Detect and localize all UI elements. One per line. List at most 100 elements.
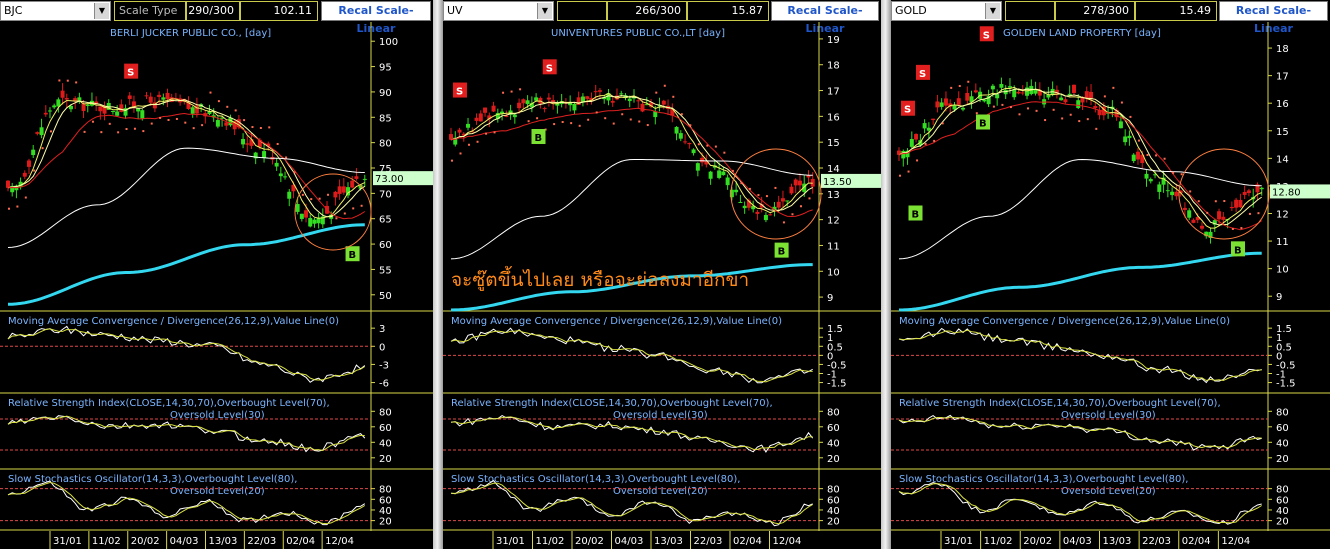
sar-dot [510,90,513,93]
bar-counter: 266/300 [607,1,687,21]
candle-body [1007,86,1012,88]
signal-line [898,416,1262,449]
sar-dot [159,116,162,119]
candle-body [283,176,288,178]
candle-body [295,204,300,212]
sar-dot [621,113,624,116]
symbol-select[interactable]: UV ▼ [443,1,554,21]
candle-body [700,157,705,163]
date-label: 12/04 [773,536,802,547]
candle-body [965,92,970,101]
sar-dot [714,145,717,148]
scale-type-label [557,1,607,21]
signal-label: S [546,63,553,74]
bar-counter: 278/300 [1055,1,1135,21]
signal-label: B [912,209,920,220]
candle-body [636,100,641,102]
sar-dot [1069,113,1072,116]
candle-body [1229,207,1234,209]
candle-body [961,107,966,110]
indicator-tick-label: 40 [827,438,840,449]
date-label: 04/03 [170,536,199,547]
sar-dot [587,118,590,121]
price-tick-label: 17 [1276,72,1289,83]
date-label: 31/01 [53,536,82,547]
candle-body [1084,91,1089,99]
sar-dot [243,119,246,122]
sar-dot [1035,109,1038,112]
candle-body [224,122,229,126]
sar-dot [1095,127,1098,130]
indicator-tick-label: 20 [1276,454,1289,465]
price-tick-label: 19 [827,35,840,46]
sar-dot [83,130,86,133]
sar-dot [1231,227,1234,230]
candle-body [115,111,120,116]
chevron-down-icon[interactable]: ▼ [537,3,552,19]
sar-dot [1001,103,1004,106]
candle-body [1012,89,1017,98]
candle-body [6,180,10,188]
candle-body [1174,191,1179,197]
scale-type-label [1005,1,1055,21]
sar-dot [638,120,641,123]
signal-label: B [535,133,543,144]
candle-body [956,98,961,105]
candle-body [241,138,246,145]
candle-body [354,176,359,179]
sar-dot [740,182,743,185]
last-price-display: 15.49 [1135,1,1217,21]
chevron-down-icon[interactable]: ▼ [985,3,1000,19]
sar-dot [360,204,363,207]
price-tick-label: 16 [1276,99,1289,110]
panel-divider[interactable] [881,0,891,549]
sar-dot [1163,157,1166,160]
sar-dot [1112,86,1115,89]
sar-dot [276,142,279,145]
panel-divider[interactable] [433,0,443,549]
sar-dot [1146,153,1149,156]
ma-cyan-line [7,223,365,306]
candle-body [789,186,794,194]
candle-body [926,127,931,131]
indicator-title: Moving Average Convergence / Divergence(… [8,316,339,327]
indicator-tick-label: 20 [379,454,392,465]
candle-body [1191,219,1196,223]
price-tick-label: 9 [1276,292,1282,303]
price-tick-label: 50 [379,291,392,302]
chevron-down-icon[interactable]: ▼ [94,3,109,19]
recal-scale-button[interactable]: Recal Scale-Linear [771,1,879,35]
symbol-select[interactable]: BJC ▼ [0,1,111,21]
candle-body [797,180,802,186]
candle-body [1135,151,1140,160]
symbol-select[interactable]: GOLD ▼ [891,1,1002,21]
candle-body [619,93,624,95]
indicator-tick-label: -1.5 [827,379,847,390]
candle-body [909,139,914,147]
sar-dot [217,100,220,103]
recal-scale-button[interactable]: Recal Scale-Linear [321,1,431,35]
date-axis: 31/01 11/02 20/02 04/03 13/03 22/03 02/04 12/04 [443,531,819,549]
date-label: 31/01 [944,536,973,547]
sar-dot [41,147,44,150]
symbol-value: BJC [4,4,23,17]
price-tick-label: 17 [827,87,840,98]
candle-body [362,178,367,180]
candle-body [1157,184,1162,192]
sar-dot [1052,108,1055,111]
sar-dot [1086,118,1089,121]
sar-dot [629,118,632,121]
date-label: 12/04 [1221,536,1250,547]
ma-white-line [450,159,813,260]
price-tick-label: 60 [379,240,392,251]
candle-body [640,103,645,112]
sar-dot [723,151,726,154]
sar-dot [663,84,666,87]
candle-body [572,103,577,111]
sar-dot [958,85,961,88]
price-tick-label: 70 [379,189,392,200]
date-label: 31/01 [496,536,525,547]
sar-dot [251,126,254,129]
sar-dot [975,112,978,115]
recal-scale-button[interactable]: Recal Scale-Linear [1219,1,1328,35]
